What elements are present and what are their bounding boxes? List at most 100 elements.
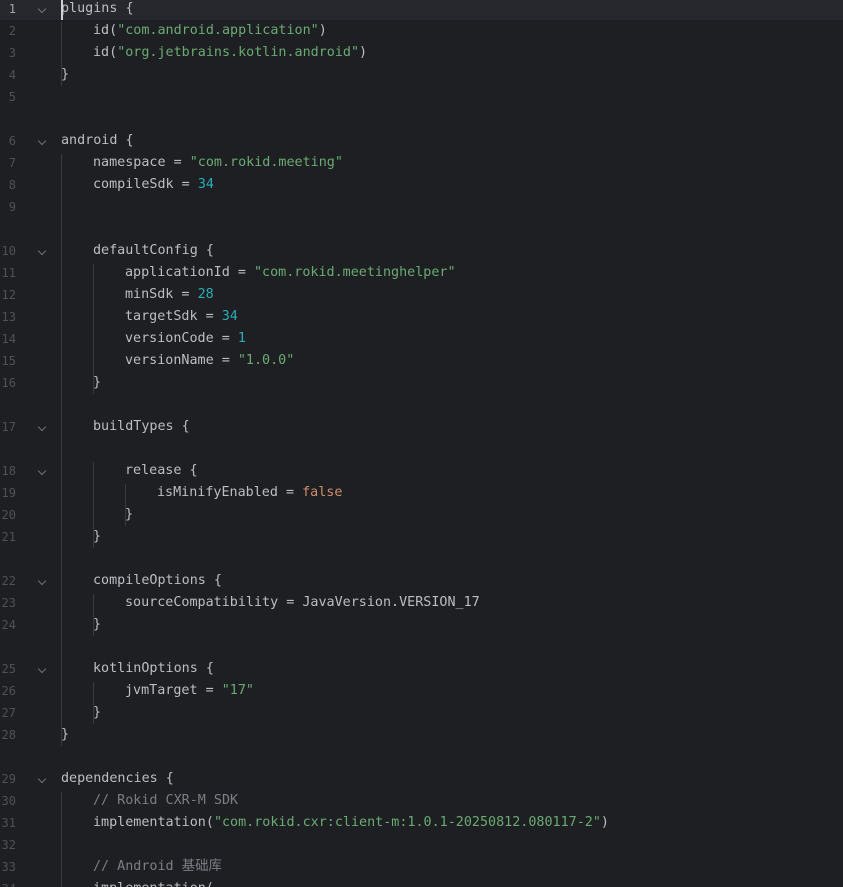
code-text: versionCode = 1	[125, 328, 246, 350]
line-number: 8	[8, 178, 16, 192]
code-token: }	[61, 727, 70, 742]
code-token: buildTypes {	[93, 419, 190, 434]
code-token: plugins {	[61, 1, 134, 16]
code-text: jvmTarget = "17"	[125, 680, 254, 702]
code-token: "com.android.application"	[117, 23, 319, 38]
line-number: 32	[1, 838, 16, 852]
fold-chevron-icon[interactable]	[37, 246, 47, 256]
code-token: compileSdk =	[93, 177, 198, 192]
code-text: compileSdk = 34	[93, 174, 214, 196]
code-line[interactable]: 25 kotlinOptions {	[0, 658, 843, 680]
code-line[interactable]: 15 versionName = "1.0.0"	[0, 350, 843, 372]
line-number: 21	[1, 530, 16, 544]
code-text: }	[93, 526, 101, 548]
code-token: id(	[93, 45, 118, 60]
code-token: "com.rokid.meetinghelper"	[254, 265, 456, 280]
code-line[interactable]: 7 namespace = "com.rokid.meeting"	[0, 152, 843, 174]
code-line[interactable]: 20}	[0, 504, 843, 526]
code-line[interactable]: 14 versionCode = 1	[0, 328, 843, 350]
code-text: buildTypes {	[93, 416, 190, 438]
code-text: minSdk = 28	[125, 284, 214, 306]
code-line[interactable]: 23 sourceCompatibility = JavaVersion.VERS…	[0, 592, 843, 614]
line-number: 15	[1, 354, 16, 368]
code-text: android {	[61, 130, 134, 152]
code-line[interactable]: 27}	[0, 702, 843, 724]
code-line[interactable]: 16}	[0, 372, 843, 394]
code-token: )	[600, 815, 609, 830]
code-line[interactable]: 24}	[0, 614, 843, 636]
code-line[interactable]: 32	[0, 834, 843, 856]
fold-chevron-icon[interactable]	[37, 4, 47, 14]
fold-chevron-icon[interactable]	[37, 466, 47, 476]
fold-chevron-icon[interactable]	[37, 576, 47, 586]
code-line[interactable]: 1 plugins {	[0, 0, 843, 20]
line-number: 16	[1, 376, 16, 390]
code-line[interactable]: 29 dependencies {	[0, 768, 843, 790]
code-editor[interactable]: 1 plugins {2 id("com.android.application")…	[0, 0, 843, 887]
fold-chevron-icon[interactable]	[37, 136, 47, 146]
code-token: 1	[237, 331, 246, 346]
code-text: }	[125, 504, 133, 526]
code-token: sourceCompatibility = JavaVersion.VERSIO…	[125, 595, 480, 610]
code-line[interactable]: 18 release {	[0, 460, 843, 482]
code-line[interactable]: 28}	[0, 724, 843, 746]
fold-chevron-icon[interactable]	[37, 664, 47, 674]
code-text: isMinifyEnabled = false	[157, 482, 342, 504]
code-token: }	[61, 67, 70, 82]
code-text: id("org.jetbrains.kotlin.android")	[93, 42, 367, 64]
code-line[interactable]: 34 implementation(	[0, 878, 843, 887]
line-number: 5	[8, 90, 16, 104]
line-number: 31	[1, 816, 16, 830]
code-line[interactable]: 5	[0, 86, 843, 108]
code-line[interactable]: 33 // Android 基础库	[0, 856, 843, 878]
code-line[interactable]: 21}	[0, 526, 843, 548]
code-line[interactable]: 8 compileSdk = 34	[0, 174, 843, 196]
line-number: 10	[1, 244, 16, 258]
code-line[interactable]: 19 isMinifyEnabled = false	[0, 482, 843, 504]
code-text: }	[93, 372, 101, 394]
code-token: 34	[197, 177, 214, 192]
fold-chevron-icon[interactable]	[37, 774, 47, 784]
code-line[interactable]: 9	[0, 196, 843, 218]
code-token: isMinifyEnabled =	[157, 485, 303, 500]
code-token: "com.rokid.cxr:client-m:1.0.1-20250812.0…	[213, 815, 601, 830]
code-token: implementation(	[93, 815, 214, 830]
code-line[interactable]: 11 applicationId = "com.rokid.meetinghelp…	[0, 262, 843, 284]
code-line[interactable]: 30 // Rokid CXR-M SDK	[0, 790, 843, 812]
code-line[interactable]: 13 targetSdk = 34	[0, 306, 843, 328]
line-number: 11	[1, 266, 16, 280]
code-token: id(	[93, 23, 118, 38]
code-line[interactable]: 12 minSdk = 28	[0, 284, 843, 306]
code-token: namespace =	[93, 155, 190, 170]
line-number: 25	[1, 662, 16, 676]
code-token: "com.rokid.meeting"	[189, 155, 343, 170]
code-line[interactable]: 4}	[0, 64, 843, 86]
code-token: compileOptions {	[93, 573, 222, 588]
code-text: // Rokid CXR-M SDK	[93, 790, 238, 812]
code-token: }	[125, 507, 134, 522]
code-line[interactable]: 26 jvmTarget = "17"	[0, 680, 843, 702]
code-token: )	[359, 45, 368, 60]
line-number: 33	[1, 860, 16, 874]
code-text: sourceCompatibility = JavaVersion.VERSIO…	[125, 592, 480, 614]
code-token: // Android 基础库	[93, 859, 222, 874]
code-line[interactable]: 10 defaultConfig {	[0, 240, 843, 262]
code-text: defaultConfig {	[93, 240, 214, 262]
code-token: release {	[125, 463, 198, 478]
code-token: "17"	[221, 683, 254, 698]
code-line[interactable]: 2 id("com.android.application")	[0, 20, 843, 42]
line-number: 14	[1, 332, 16, 346]
code-line[interactable]: 6 android {	[0, 130, 843, 152]
code-line[interactable]: 3 id("org.jetbrains.kotlin.android")	[0, 42, 843, 64]
code-text: namespace = "com.rokid.meeting"	[93, 152, 343, 174]
code-line[interactable]: 22 compileOptions {	[0, 570, 843, 592]
line-number: 2	[8, 24, 16, 38]
line-number: 13	[1, 310, 16, 324]
code-line[interactable]: 31 implementation("com.rokid.cxr:client-m…	[0, 812, 843, 834]
code-text: targetSdk = 34	[125, 306, 238, 328]
code-token: 28	[197, 287, 214, 302]
fold-chevron-icon[interactable]	[37, 422, 47, 432]
line-number: 26	[1, 684, 16, 698]
code-text: // Android 基础库	[93, 856, 222, 878]
code-line[interactable]: 17 buildTypes {	[0, 416, 843, 438]
